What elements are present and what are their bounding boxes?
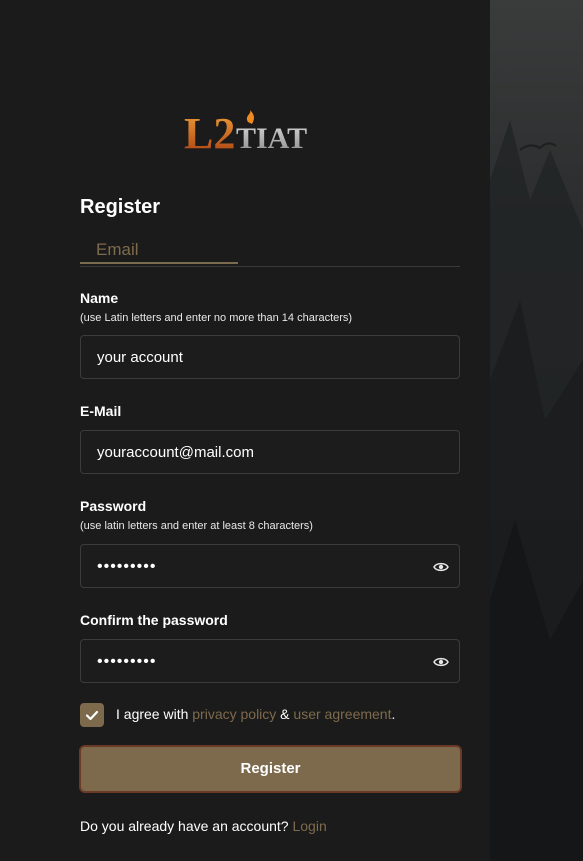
register-button[interactable]: Register (79, 745, 462, 793)
login-link[interactable]: Login (292, 818, 326, 834)
password-hint: (use latin letters and enter at least 8 … (80, 520, 313, 532)
name-hint: (use Latin letters and enter no more tha… (80, 312, 353, 324)
agree-amp: & (276, 706, 294, 722)
email-input[interactable] (97, 431, 427, 473)
confirm-password-field[interactable]: ••••••••• (80, 639, 460, 683)
eye-icon[interactable] (433, 559, 449, 575)
tab-bar: Email (80, 239, 460, 267)
name-input[interactable] (97, 336, 427, 378)
page-title: Register (80, 196, 161, 218)
confirm-password-input[interactable]: ••••••••• (97, 653, 156, 671)
agree-prefix: I agree with (116, 706, 193, 722)
password-label: Password (80, 498, 147, 514)
svg-text:TIAT: TIAT (236, 122, 307, 152)
password-field[interactable]: ••••••••• (80, 544, 460, 588)
name-label: Name (80, 290, 119, 306)
email-label: E-Mail (80, 403, 122, 419)
agree-suffix: . (391, 706, 396, 722)
agree-checkbox[interactable] (80, 703, 104, 727)
agree-text: I agree with privacy policy & user agree… (116, 706, 395, 722)
login-prompt: Do you already have an account? Login (80, 818, 327, 834)
checkmark-icon (85, 710, 99, 721)
svg-text:L2: L2 (184, 109, 235, 152)
login-prompt-text: Do you already have an account? (80, 818, 293, 834)
eye-icon[interactable] (433, 654, 449, 670)
background-art (490, 0, 583, 861)
email-field[interactable] (80, 430, 460, 474)
name-field[interactable] (80, 335, 460, 379)
confirm-password-label: Confirm the password (80, 612, 228, 628)
register-panel: L2 TIAT Register Email Name (use Latin l… (0, 0, 490, 861)
tab-email[interactable]: Email (80, 239, 238, 264)
user-agreement-link[interactable]: user agreement (293, 706, 391, 722)
password-input[interactable]: ••••••••• (97, 558, 156, 576)
privacy-policy-link[interactable]: privacy policy (192, 706, 276, 722)
logo: L2 TIAT (184, 104, 316, 158)
